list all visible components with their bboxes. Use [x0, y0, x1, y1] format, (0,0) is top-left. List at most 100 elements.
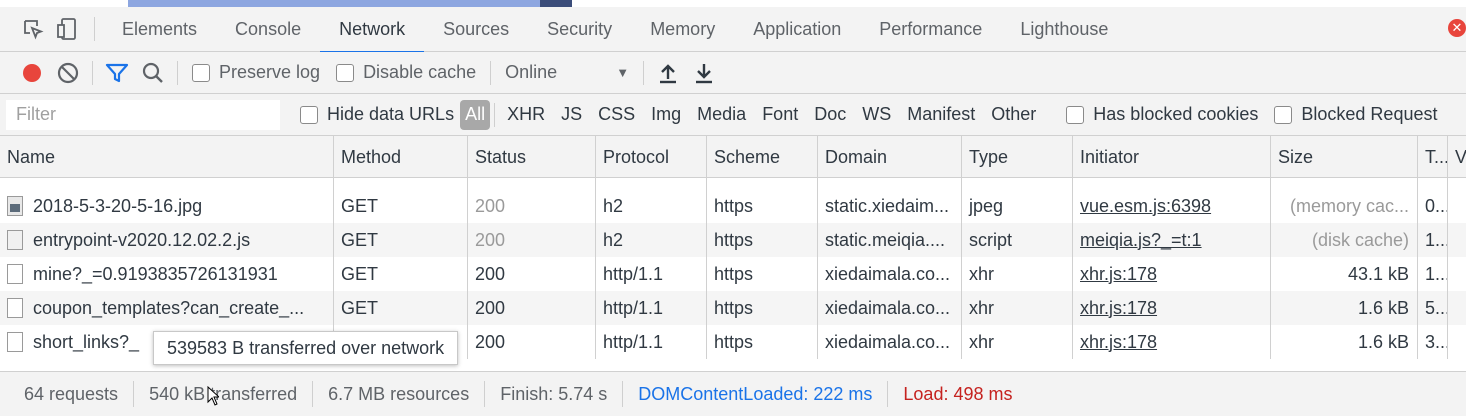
preserve-log-checkbox[interactable]: Preserve log — [184, 62, 328, 83]
cell-type-text: xhr — [969, 297, 995, 318]
blocked-requests-checkbox[interactable]: Blocked Request — [1274, 104, 1437, 125]
checkbox[interactable] — [192, 63, 210, 82]
cell-scheme — [707, 178, 818, 189]
column-header-time[interactable]: T... — [1418, 136, 1448, 178]
requests-table-header: Name Method Status Protocol Scheme Domai… — [0, 136, 1466, 178]
table-row[interactable]: mine?_=0.9193835726131931 GET 200 http/1.1 h… — [0, 257, 1466, 291]
cell-domain-text: static.xiedaim... — [825, 195, 950, 216]
clear-button[interactable] — [50, 52, 86, 94]
cell-initiator[interactable]: xhr.js:178 — [1073, 291, 1271, 325]
filter-toggle-icon[interactable] — [99, 52, 135, 94]
filter-type-media[interactable]: Media — [689, 101, 754, 129]
column-header-waterfall[interactable]: V — [1448, 136, 1466, 178]
import-har-icon[interactable] — [650, 52, 686, 94]
filter-type-img[interactable]: Img — [643, 101, 689, 129]
column-header-initiator[interactable]: Initiator — [1073, 136, 1271, 178]
cell-scheme-text: https — [714, 331, 754, 352]
summary-resources: 6.7 MB resources — [313, 381, 486, 407]
cell-method: GET — [334, 257, 468, 291]
column-header-scheme[interactable]: Scheme — [707, 136, 818, 178]
summary-finish: Finish: 5.74 s — [485, 381, 624, 407]
column-header-type[interactable]: Type — [962, 136, 1073, 178]
cell-initiator[interactable]: vue.esm.js:6398 — [1073, 189, 1271, 223]
cell-initiator[interactable]: meiqia.js?_=t:1 — [1073, 223, 1271, 257]
cell-scheme-text: https — [714, 263, 754, 284]
table-row[interactable]: coupon_templates?can_create_... GET 200 htt… — [0, 291, 1466, 325]
filter-type-all[interactable]: All — [460, 99, 491, 130]
cell-type-text: script — [969, 229, 1013, 250]
filter-type-font[interactable]: Font — [754, 101, 806, 129]
hide-data-urls-label: Hide data URLs — [327, 104, 455, 124]
cell-size-text: (disk cache) — [1311, 229, 1409, 250]
filter-type-manifest[interactable]: Manifest — [899, 101, 983, 129]
cell-time-text: 1... — [1425, 229, 1448, 250]
tab-memory[interactable]: Memory — [631, 7, 734, 52]
filter-type-ws[interactable]: WS — [854, 101, 899, 129]
cell-initiator[interactable]: xhr.js:178 — [1073, 325, 1271, 359]
tabbar-separator — [94, 17, 95, 41]
document-file-icon — [7, 332, 23, 352]
column-header-size[interactable]: Size — [1271, 136, 1418, 178]
tab-network[interactable]: Network — [320, 7, 425, 53]
has-blocked-cookies-checkbox[interactable]: Has blocked cookies — [1066, 104, 1258, 125]
cell-type: script — [962, 223, 1073, 257]
cell-name-text: coupon_templates?can_create_... — [33, 297, 305, 318]
export-har-icon[interactable] — [686, 52, 722, 94]
tab-security[interactable]: Security — [528, 7, 631, 52]
cell-status — [468, 178, 596, 189]
toolbar-separator — [643, 60, 645, 85]
column-header-status[interactable]: Status — [468, 136, 596, 178]
cell-waterfall — [1448, 178, 1466, 189]
cell-name-text: 2018-5-3-20-5-16.jpg — [33, 195, 203, 216]
cell-type: xhr — [962, 291, 1073, 325]
column-header-name[interactable]: Name — [0, 136, 334, 178]
filter-type-doc[interactable]: Doc — [806, 101, 854, 129]
disable-cache-checkbox[interactable]: Disable cache — [328, 62, 484, 83]
tab-performance[interactable]: Performance — [860, 7, 1001, 52]
cell-initiator[interactable]: xhr.js:178 — [1073, 257, 1271, 291]
cell-initiator-text: xhr.js:178 — [1080, 263, 1158, 284]
error-count-icon[interactable]: ✕ — [1448, 19, 1466, 37]
throttling-select[interactable]: Online ▼ — [497, 62, 637, 83]
device-toolbar-icon[interactable] — [50, 7, 84, 52]
cell-method-text: GET — [341, 263, 379, 284]
column-header-method[interactable]: Method — [334, 136, 468, 178]
table-row[interactable]: entrypoint-v2020.12.02.2.js GET 200 h2 https… — [0, 223, 1466, 257]
cell-size-text: (memory cac... — [1289, 195, 1409, 216]
filter-type-xhr[interactable]: XHR — [499, 101, 553, 129]
cell-time: 1... — [1418, 257, 1448, 291]
record-button[interactable] — [14, 52, 50, 94]
cell-status: 200 — [468, 291, 596, 325]
column-header-domain[interactable]: Domain — [818, 136, 962, 178]
tab-elements[interactable]: Elements — [103, 7, 216, 52]
tab-sources[interactable]: Sources — [424, 7, 528, 52]
checkbox[interactable] — [300, 105, 318, 124]
search-icon[interactable] — [135, 52, 171, 94]
checkbox[interactable] — [1274, 105, 1293, 124]
filter-input[interactable]: Filter — [6, 99, 280, 130]
filter-type-css[interactable]: CSS — [590, 101, 643, 129]
devtools-tabbar: Elements Console Network Sources Security Mem… — [0, 7, 1466, 53]
size-tooltip: 539583 B transferred over network — [153, 331, 459, 365]
cell-type-text: xhr — [969, 263, 995, 284]
hide-data-urls-checkbox[interactable]: Hide data URLs — [300, 104, 454, 125]
cell-size: 43.1 kB — [1271, 257, 1418, 291]
tab-lighthouse[interactable]: Lighthouse — [1001, 7, 1127, 52]
summary-requests: 64 requests — [0, 381, 135, 407]
filter-type-js[interactable]: JS — [553, 101, 590, 129]
cell-domain-text: static.meiqia.... — [825, 229, 946, 250]
tab-console[interactable]: Console — [216, 7, 320, 52]
checkbox[interactable] — [336, 63, 355, 82]
cell-domain: xiedaimala.co... — [818, 291, 962, 325]
cell-waterfall — [1448, 223, 1466, 257]
network-summary-bar: 64 requests 540 kB transferred 6.7 MB re… — [0, 371, 1466, 416]
checkbox[interactable] — [1066, 105, 1085, 124]
cell-type: xhr — [962, 257, 1073, 291]
table-row[interactable]: 2018-5-3-20-5-16.jpg GET 200 h2 https static.… — [0, 189, 1466, 223]
cell-protocol-text: http/1.1 — [603, 297, 664, 318]
cell-initiator-text: meiqia.js?_=t:1 — [1080, 229, 1202, 250]
filter-type-other[interactable]: Other — [983, 101, 1044, 129]
inspect-element-icon[interactable] — [16, 7, 50, 52]
column-header-protocol[interactable]: Protocol — [596, 136, 707, 178]
tab-application[interactable]: Application — [734, 7, 860, 52]
